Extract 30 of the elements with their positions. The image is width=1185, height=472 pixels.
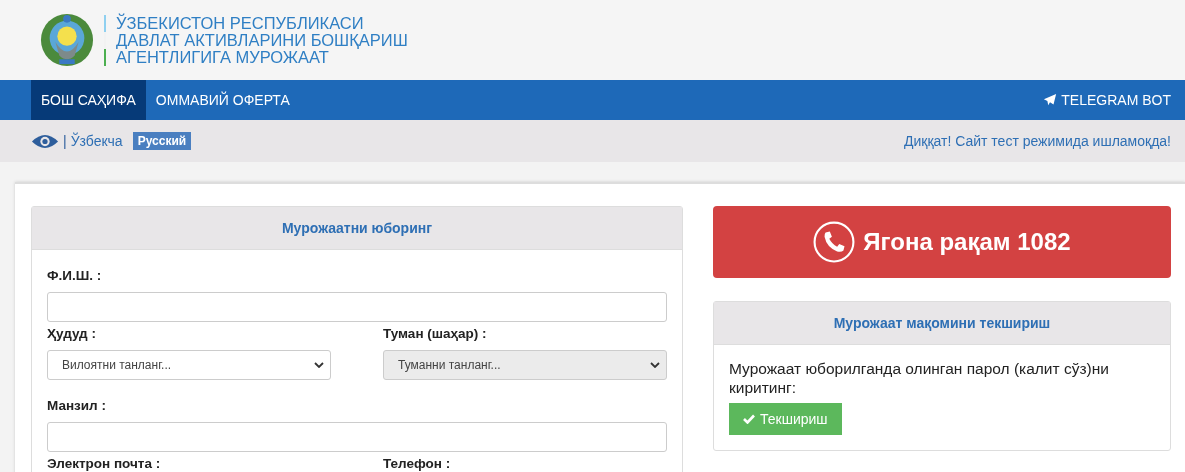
chevron-down-icon xyxy=(650,362,660,368)
panel-title: Мурожаатни юборинг xyxy=(32,207,682,250)
language-link[interactable]: Ўзбекча xyxy=(70,133,123,149)
input-field[interactable] xyxy=(47,422,667,452)
field-label: Ф.И.Ш. : xyxy=(47,268,103,284)
nav-tab[interactable]: ОММАВИЙ ОФЕРТА xyxy=(145,80,300,120)
checkmark-icon xyxy=(743,414,755,424)
panel-title: Мурожаат мақомини текшириш xyxy=(714,302,1170,345)
dropdown[interactable]: Вилоятни танланг... xyxy=(47,350,331,380)
field-label: Манзил : xyxy=(47,398,107,414)
agency-title-line: ЎЗБЕКИСТОН РЕСПУБЛИКАСИ xyxy=(104,14,408,32)
separator-text: | xyxy=(63,133,67,149)
field-label: Туман (шаҳар) : xyxy=(383,326,488,342)
telegram-link[interactable]: TELEGRAM BOT xyxy=(1043,80,1171,120)
paper-plane-icon xyxy=(1043,93,1058,107)
field-label: Телефон : xyxy=(383,456,452,472)
field-label: Ҳудуд : xyxy=(47,326,97,342)
hotline-button[interactable]: Ягона рақам 1082 xyxy=(713,206,1171,278)
emblem-drawing xyxy=(40,13,94,67)
input-field[interactable] xyxy=(47,292,667,322)
phone-icon xyxy=(813,221,856,263)
agency-title-line: АГЕНТЛИГИГА МУРОЖААТ xyxy=(104,48,408,66)
chevron-down-icon xyxy=(314,362,324,368)
eye-icon[interactable] xyxy=(31,132,59,150)
password-prompt: Мурожаат юборилганда олинган парол (калит сўз)ни киритинг: xyxy=(729,359,1110,397)
nav-tab[interactable]: БОШ САҲИФА xyxy=(31,80,146,120)
test-mode-notice: Диққат! Сайт тест режимида ишламоқда! xyxy=(903,133,1171,149)
field-label: Электрон почта : xyxy=(47,456,162,472)
language-button[interactable]: Русский xyxy=(132,132,192,150)
agency-title-line: ДАВЛАТ АКТИВЛАРИНИ БОШҚАРИШ xyxy=(104,31,408,49)
